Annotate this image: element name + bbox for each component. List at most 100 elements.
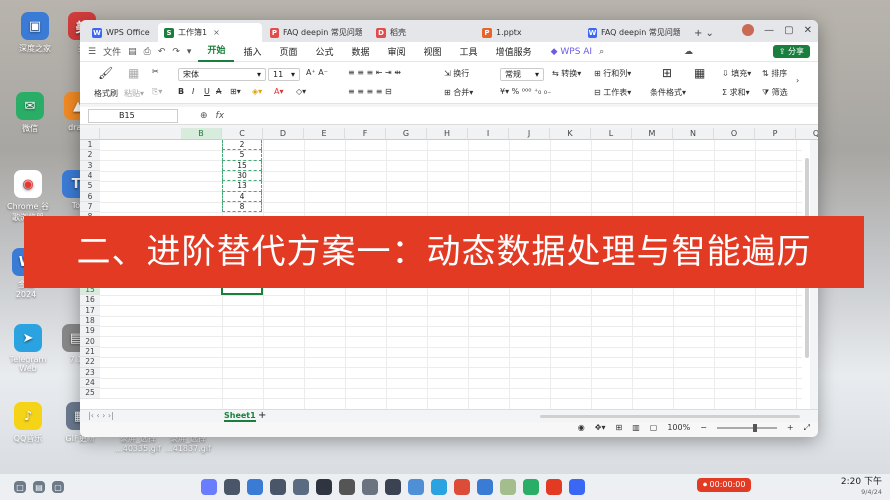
align-left-icon[interactable]: ≡ ≡ ≡ ≡ ⊟ [348,87,392,96]
dropdown-icon[interactable]: ▾ [187,47,192,57]
italic-icon[interactable]: I [192,87,194,96]
minimize-icon[interactable]: — [764,25,774,36]
bold-icon[interactable]: B [178,87,184,96]
filter-button[interactable]: ⧩ 筛选 [762,87,788,98]
multitask-icon[interactable] [224,479,240,495]
column-header[interactable]: K [550,128,591,140]
menu-tab[interactable]: 公式 [306,45,342,58]
file-manager-icon[interactable] [247,479,263,495]
column-header[interactable]: M [632,128,673,140]
format-painter-button[interactable]: 格式刷 [94,88,118,99]
screen-record-indicator[interactable]: ⏺ 00:00:00 [697,478,752,492]
column-header[interactable]: I [468,128,509,140]
calculator-icon[interactable] [385,479,401,495]
window-tab[interactable]: WFAQ deepin 常见问题解 [582,23,686,42]
worksheet-button[interactable]: ⊟ 工作表▾ [594,87,631,98]
redo-icon[interactable]: ↷ [172,47,180,57]
menu-icon[interactable]: ☰ [88,47,96,57]
chevron-right-icon[interactable]: › [796,76,799,85]
window-tab[interactable]: P 1.pptx [476,23,580,42]
paste-button[interactable]: 粘贴▾ [124,88,144,99]
row-header[interactable]: 22 [80,357,100,368]
menu-tab[interactable]: 数据 [343,45,379,58]
column-header[interactable]: E [304,128,345,140]
wps-icon[interactable] [546,479,562,495]
wps-ai-button[interactable]: ◆ WPS AI [551,47,593,57]
cell-b[interactable]: 15 [222,160,262,171]
menu-tab[interactable]: 增值服务 [487,45,541,58]
eye-icon[interactable]: ◉ [578,423,585,432]
zoom-level[interactable]: 100% [667,423,690,432]
strikethrough-icon[interactable]: A [216,87,221,96]
sheet-tab-sheet1[interactable]: Sheet1 [224,411,256,422]
row-header[interactable]: 24 [80,378,100,389]
number-format-select[interactable]: 常规 ▾ [500,68,544,81]
row-header[interactable]: 21 [80,347,100,358]
window-tab[interactable]: PFAQ deepin 常见问题解 [264,23,368,42]
reading-view-icon[interactable]: ▢ [650,423,658,432]
window-tab[interactable]: S 工作簿1 × [158,23,262,42]
row-header[interactable]: 6 [80,191,100,203]
zoom-out-icon[interactable]: − [700,423,707,432]
column-header[interactable]: H [427,128,468,140]
cell-b[interactable]: 4 [222,191,262,203]
sum-button[interactable]: Σ 求和▾ [722,87,750,98]
search-icon[interactable]: ⌕ [599,47,604,57]
column-header[interactable]: J [509,128,550,140]
column-header[interactable]: N [673,128,714,140]
normal-view-icon[interactable]: ⊞ [615,423,622,432]
row-header[interactable]: 16 [80,295,100,306]
zoom-in-icon[interactable]: + [787,423,794,432]
sheet-nav-icons[interactable]: |‹ ‹ › ›| [88,411,114,420]
menu-tab[interactable]: 页面 [270,45,306,58]
rows-cols-button[interactable]: ⊞ 行和列▾ [594,68,631,79]
copy-icon[interactable]: ⎘▾ [152,87,162,97]
avatar[interactable] [742,24,755,36]
chrome-icon[interactable] [454,479,470,495]
underline-icon[interactable]: U [204,87,210,96]
tools-icon[interactable] [500,479,516,495]
font-grow-icon[interactable]: A⁺ A⁻ [306,68,328,77]
notification-icon[interactable]: ▢ [52,481,64,493]
wrap-button[interactable]: ⇲ 换行 [444,68,469,79]
row-header[interactable]: 19 [80,326,100,337]
font-size-select[interactable]: 11 ▾ [268,68,300,81]
menu-tab[interactable]: 审阅 [379,45,415,58]
browser-icon[interactable] [270,479,286,495]
format-painter-icon[interactable]: 🖌 [98,66,113,80]
row-header[interactable]: 3 [80,160,100,171]
menu-tab[interactable]: 工具 [451,45,487,58]
page-layout-icon[interactable]: ▥ [632,423,640,432]
column-header[interactable]: L [591,128,632,140]
column-header[interactable]: P [755,128,796,140]
column-header[interactable]: F [345,128,386,140]
window-tab[interactable]: D 稻壳 [370,23,474,42]
fill-button[interactable]: ⇩ 填充▾ [722,68,751,79]
image-icon[interactable] [362,479,378,495]
column-header[interactable]: C [222,128,263,140]
row-header[interactable]: 25 [80,388,100,399]
cell-b[interactable]: 5 [222,150,262,161]
row-header[interactable]: 5 [80,181,100,192]
cell-style-icon[interactable]: ▦ [694,66,705,80]
column-header[interactable]: B [181,128,222,140]
sort-button[interactable]: ⇅ 排序 [762,68,787,79]
row-header[interactable]: 23 [80,367,100,378]
clear-icon[interactable]: ◇▾ [296,87,306,96]
column-header[interactable]: Q [796,128,818,140]
menu-tab[interactable]: 视图 [415,45,451,58]
photos-icon[interactable] [408,479,424,495]
desktop-view-icon[interactable]: □ [14,481,26,493]
close-icon[interactable]: ✕ [804,25,812,36]
maximize-icon[interactable]: ▢ [784,25,793,36]
print-icon[interactable]: ⎙ [144,47,151,57]
settings-icon[interactable] [477,479,493,495]
column-header[interactable]: G [386,128,427,140]
undo-icon[interactable]: ↶ [158,47,166,57]
select-all-corner[interactable] [80,128,100,140]
paste-icon[interactable]: ▦ [128,66,139,80]
writer-icon[interactable] [569,479,585,495]
border-icon[interactable]: ⊞▾ [230,87,241,96]
align-top-icon[interactable]: ≡ ≡ ≡ ⇤ ⇥ ⇹ [348,68,401,77]
zoom-slider[interactable] [716,423,777,432]
